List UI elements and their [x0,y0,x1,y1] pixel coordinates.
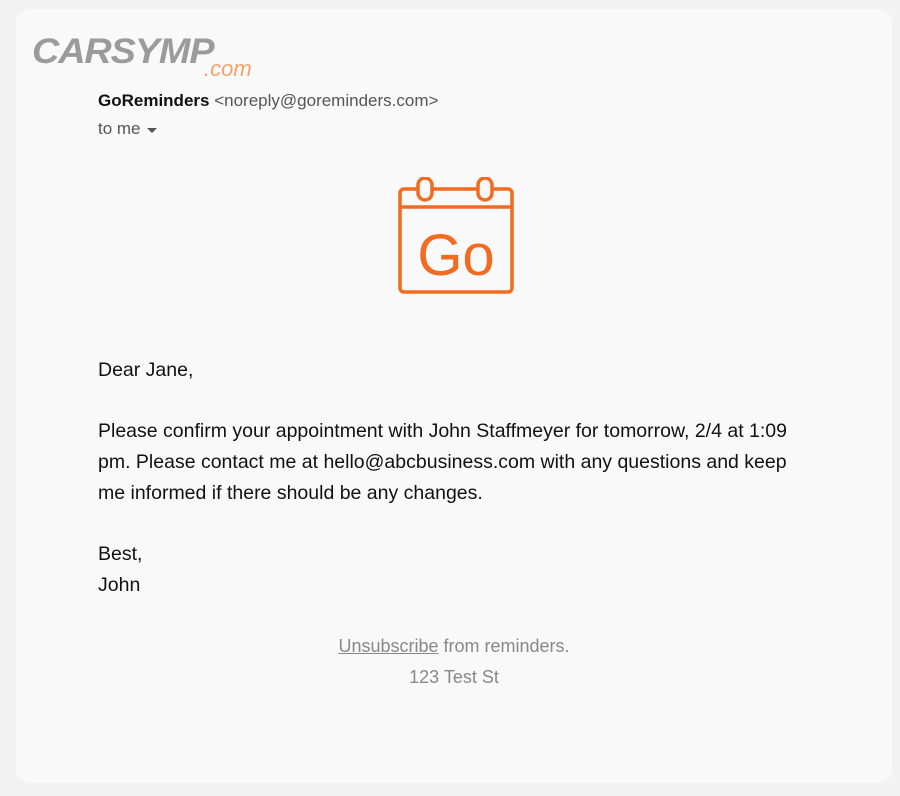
watermark-sub-text: .com [204,56,252,81]
watermark-main-text: CARSYMP [32,32,215,71]
email-signoff: Best, John [98,539,818,601]
email-greeting: Dear Jane, [98,359,194,381]
recipient-details-toggle[interactable]: to me [98,119,157,139]
caret-down-icon[interactable] [146,127,157,133]
sender-name: GoReminders [98,91,210,110]
footer-address: 123 Test St [409,667,499,687]
footer-unsubscribe-line: Unsubscribe from reminders. [16,636,892,657]
calendar-logo-text: Go [417,223,494,288]
unsubscribe-link[interactable]: Unsubscribe [338,636,438,656]
email-message: Please confirm your appointment with Joh… [98,420,787,504]
calendar-icon: Go [398,177,514,294]
sender-email: <noreply@goreminders.com> [214,91,439,110]
signoff-closing: Best, [98,543,143,565]
recipient-label: to me [98,119,141,138]
sender-line: GoReminders <noreply@goreminders.com> [98,91,438,111]
unsubscribe-suffix: from reminders. [438,636,570,656]
signoff-name: John [98,574,141,596]
watermark-logo: CARSYMP .com [32,34,277,84]
